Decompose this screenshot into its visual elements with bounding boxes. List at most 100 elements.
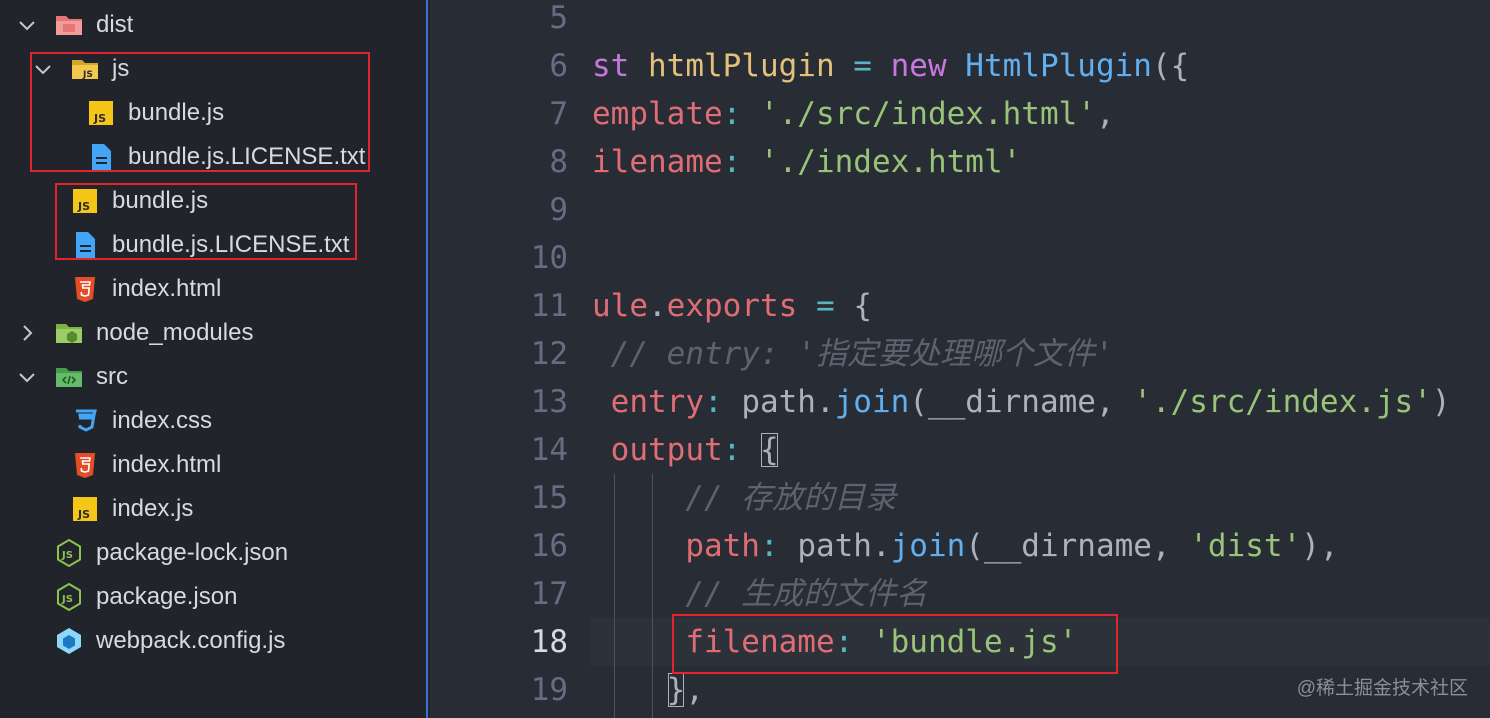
css3-file-icon (70, 406, 100, 436)
code-token: (__dirname, (965, 528, 1190, 564)
code-token: . (815, 384, 835, 420)
code-token: exports (666, 288, 798, 324)
code-token: ule (592, 288, 648, 324)
code-line[interactable]: emplate: './src/index.html', (592, 90, 1115, 138)
tree-folder-dist[interactable]: dist (14, 3, 133, 47)
line-number: 19 (530, 672, 568, 708)
tree-folder-src[interactable]: src (14, 355, 128, 399)
tree-folder-node-modules[interactable]: node_modules (14, 311, 253, 355)
code-token: entry (592, 384, 704, 420)
code-token: = (834, 48, 891, 84)
tree-item-label: dist (96, 11, 134, 38)
line-number: 10 (530, 240, 568, 276)
line-number: 14 (530, 432, 568, 468)
code-token: 'dist' (1189, 528, 1302, 564)
highlight-box-filename (672, 614, 1118, 674)
code-token: st (592, 48, 648, 84)
line-number: 16 (530, 528, 568, 564)
code-token: output (592, 432, 723, 468)
highlight-box-js-folder (30, 52, 370, 172)
watermark: @稀土掘金技术社区 (1296, 678, 1468, 699)
code-line[interactable]: // 生成的文件名 (592, 570, 927, 618)
tree-file-index-css[interactable]: index.css (70, 399, 212, 443)
tree-item-label: node_modules (96, 319, 254, 346)
code-token: (__dirname, (909, 384, 1134, 420)
code-line[interactable]: output: { (592, 426, 779, 474)
code-token: new (890, 48, 966, 84)
tree-file-package-json[interactable]: JS package.json (54, 575, 237, 619)
tree-item-label: src (96, 363, 128, 390)
code-token: ) (1431, 384, 1451, 420)
folder-dist-icon (54, 10, 84, 40)
svg-text:JS: JS (61, 550, 73, 561)
line-number: 8 (549, 144, 568, 180)
code-token: path (741, 384, 816, 420)
code-token: . (871, 528, 891, 564)
code-token: = (797, 288, 854, 324)
folder-src-icon (54, 362, 84, 392)
code-token: : (759, 528, 798, 564)
code-token: './index.html' (759, 144, 1022, 180)
line-number: 11 (530, 288, 568, 324)
code-token: : (703, 384, 742, 420)
nodejs-file-icon: JS (54, 582, 84, 612)
code-line[interactable]: // 存放的目录 (592, 474, 896, 522)
code-token: ({ (1151, 48, 1190, 84)
line-number: 15 (530, 480, 568, 516)
line-number: 9 (549, 192, 568, 228)
code-line[interactable]: ilename: './index.html' (592, 138, 1021, 186)
file-explorer: dist JS js JS bundle.js bundle.js.LICENS… (0, 0, 428, 718)
code-token: : (722, 144, 760, 180)
line-number: 12 (530, 336, 568, 372)
code-token: // 生成的文件名 (592, 576, 928, 612)
code-editor[interactable]: 5 6 st htmlPlugin = new HtmlPlugin({7 empla… (430, 0, 1490, 718)
code-token: { (759, 432, 779, 468)
html5-file-icon (70, 274, 100, 304)
webpack-file-icon (54, 626, 84, 656)
code-token: // 存放的目录 (592, 480, 897, 516)
tree-item-label: package-lock.json (96, 539, 289, 566)
code-token: htmlPlugin (648, 48, 835, 84)
svg-text:JS: JS (61, 594, 73, 605)
code-line[interactable]: st htmlPlugin = new HtmlPlugin({ (592, 42, 1189, 90)
tree-file-index-html[interactable]: index.html (70, 443, 221, 487)
code-token: HtmlPlugin (965, 48, 1152, 84)
code-token: } (666, 672, 686, 708)
code-token: // entry: '指定要处理哪个文件' (592, 336, 1114, 372)
line-number: 6 (549, 48, 568, 84)
tree-file-package-lock[interactable]: JS package-lock.json (54, 531, 288, 575)
chevron-down-icon[interactable] (14, 3, 40, 47)
code-token: './src/index.js' (1133, 384, 1432, 420)
code-token: path (592, 528, 760, 564)
code-line[interactable]: path: path.join(__dirname, 'dist'), (592, 522, 1339, 570)
tree-item-label: index.html (112, 275, 222, 302)
chevron-right-icon[interactable] (14, 311, 40, 355)
line-number: 7 (549, 96, 568, 132)
tree-item-label: index.html (112, 451, 222, 478)
nodejs-file-icon: JS (54, 538, 84, 568)
code-token: . (648, 288, 667, 324)
tree-file-index-html[interactable]: index.html (70, 267, 221, 311)
code-token: join (834, 384, 910, 420)
line-number: 17 (530, 576, 568, 612)
chevron-down-icon[interactable] (14, 355, 40, 399)
tree-item-label: webpack.config.js (96, 627, 286, 654)
tree-item-label: index.css (112, 407, 213, 434)
line-number: 13 (530, 384, 568, 420)
code-token: : (722, 96, 760, 132)
highlight-box-dist-bundle (55, 183, 357, 260)
tree-file-webpack-config[interactable]: webpack.config.js (54, 619, 285, 663)
line-number: 18 (530, 624, 568, 660)
code-line[interactable]: ule.exports = { (592, 282, 872, 330)
code-token: './src/index.html' (759, 96, 1096, 132)
code-line[interactable]: // entry: '指定要处理哪个文件' (592, 330, 1114, 378)
code-token: path (797, 528, 872, 564)
svg-text:JS: JS (77, 508, 90, 521)
code-line[interactable]: entry: path.join(__dirname, './src/index… (592, 378, 1451, 426)
code-token: emplate (592, 96, 723, 132)
code-token: ), (1301, 528, 1339, 564)
tree-file-index-js[interactable]: JS index.js (70, 487, 193, 531)
folder-node-icon (54, 318, 84, 348)
code-token: , (1095, 96, 1115, 132)
